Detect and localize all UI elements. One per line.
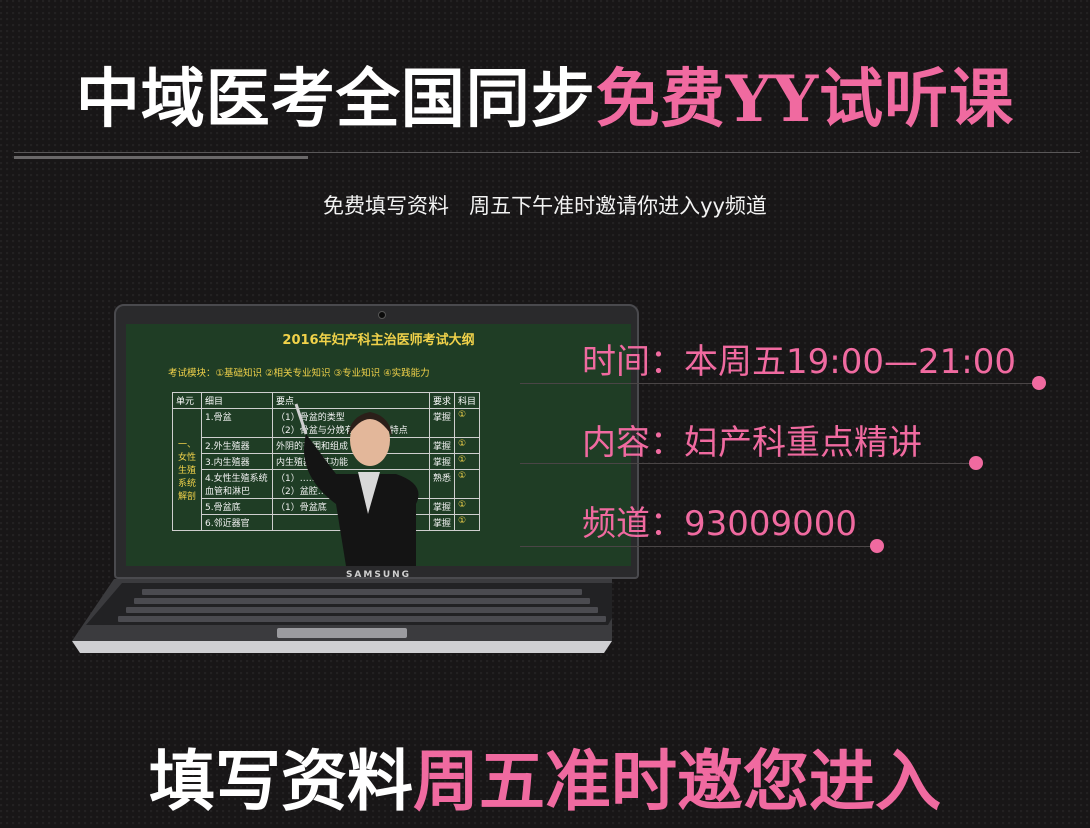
table-cell: ① bbox=[454, 453, 481, 470]
laptop-keyboard bbox=[72, 579, 612, 653]
content-connector bbox=[520, 463, 978, 464]
table-header: 细目 bbox=[201, 392, 273, 409]
table-cell: ① bbox=[454, 498, 481, 515]
table-header: 单元 bbox=[172, 392, 202, 409]
time-connector bbox=[520, 383, 1040, 384]
headline-white: 中域医考全国同步 bbox=[75, 62, 596, 137]
channel-dot bbox=[870, 539, 884, 553]
table-cell: 3.内生殖器 bbox=[201, 453, 273, 470]
subtitle: 免费填写资料 周五下午准时邀请你进入yy频道 bbox=[323, 194, 767, 218]
table-header: 科目 bbox=[454, 392, 481, 409]
table-cell: 1.骨盆 bbox=[201, 408, 273, 438]
table-cell: 4.女性生殖系统血管和淋巴 bbox=[201, 469, 273, 499]
info-channel: 频道：93009000 bbox=[582, 504, 858, 544]
table-cell: 2.外生殖器 bbox=[201, 437, 273, 454]
cta-white: 填写资料 bbox=[149, 743, 413, 820]
info-content: 内容：妇产科重点精讲 bbox=[582, 423, 922, 463]
main-headline: 中域医考全国同步免费YY试听课 bbox=[0, 48, 1090, 140]
table-cell: ① bbox=[454, 408, 481, 438]
webcam-icon bbox=[378, 311, 386, 319]
call-to-action: 填写资料周五准时邀您进入 bbox=[0, 728, 1090, 824]
header-divider bbox=[14, 152, 1080, 153]
laptop-screen: 2016年妇产科主治医师考试大纲 考试模块：①基础知识 ②相关专业知识 ③专业知… bbox=[126, 324, 631, 566]
content-dot bbox=[969, 456, 983, 470]
table-cell: ① bbox=[454, 514, 481, 531]
header-accent-bar bbox=[14, 156, 308, 159]
cta-pink: 周五准时邀您进入 bbox=[413, 743, 941, 820]
info-time: 时间：本周五19:00—21:00 bbox=[582, 342, 1016, 382]
table-cell: ① bbox=[454, 469, 481, 499]
teacher-figure bbox=[294, 403, 419, 566]
headline-pink: 免费YY试听课 bbox=[595, 62, 1015, 137]
unit-cell: 一、女性生殖系统解剖 bbox=[172, 408, 202, 531]
laptop-lid: 2016年妇产科主治医师考试大纲 考试模块：①基础知识 ②相关专业知识 ③专业知… bbox=[114, 304, 639, 580]
time-dot bbox=[1032, 376, 1046, 390]
table-cell: 6.邻近器官 bbox=[201, 514, 273, 531]
slide-modules: 考试模块：①基础知识 ②相关专业知识 ③专业知识 ④实践能力 bbox=[168, 368, 430, 379]
slide-title: 2016年妇产科主治医师考试大纲 bbox=[282, 333, 475, 348]
laptop-image: 2016年妇产科主治医师考试大纲 考试模块：①基础知识 ②相关专业知识 ③专业知… bbox=[72, 304, 639, 664]
channel-connector bbox=[520, 546, 878, 547]
table-cell: 5.骨盆底 bbox=[201, 498, 273, 515]
table-cell: ① bbox=[454, 437, 481, 454]
